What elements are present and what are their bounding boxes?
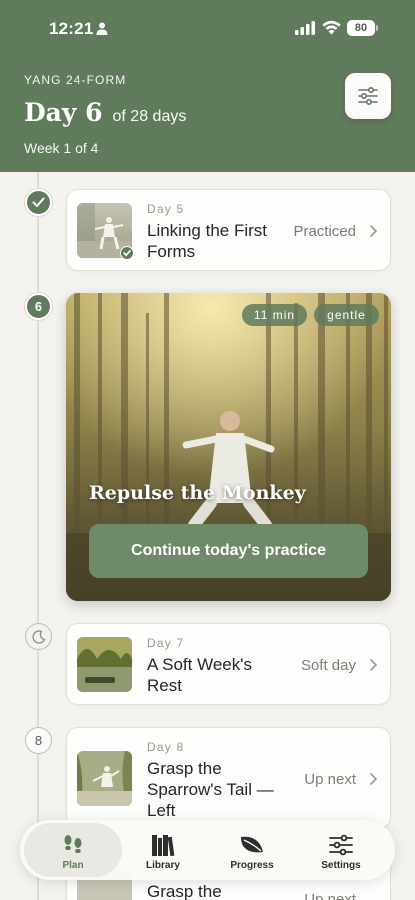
status-bar: 12:21 80	[0, 0, 415, 56]
session-title: A Soft Week's Rest	[147, 655, 252, 695]
hero-session-title: Repulse the Monkey	[89, 482, 306, 504]
session-status: Up next	[304, 891, 356, 900]
day-label: Day 7	[147, 636, 185, 650]
filter-button[interactable]	[345, 73, 391, 119]
day-label: Day 8	[147, 740, 185, 754]
program-name: YANG 24-FORM	[24, 73, 127, 87]
timeline-node-current: 6	[25, 293, 52, 320]
session-title: Grasp the	[147, 882, 222, 900]
session-thumbnail	[77, 751, 132, 806]
session-title: Grasp the Sparrow's Tail — Left	[147, 759, 274, 820]
sliders-icon	[358, 87, 378, 105]
books-icon	[152, 835, 175, 857]
battery-icon: 80	[347, 20, 378, 36]
cellular-signal-icon	[295, 21, 315, 35]
intensity-badge: gentle	[314, 304, 379, 326]
timeline-node-upcoming: 8	[25, 727, 52, 754]
tab-label: Library	[146, 860, 180, 871]
chevron-right-icon	[370, 773, 378, 785]
continue-practice-button[interactable]: Continue today's practice	[89, 524, 368, 578]
leaf-icon	[241, 836, 263, 853]
day-label: Day 5	[147, 202, 185, 216]
moon-icon	[31, 629, 45, 644]
tab-bar: Plan Library Progress Settings	[20, 820, 395, 880]
day-heading: Day 6 of 28 days	[24, 98, 186, 127]
day-card-7[interactable]: Day 7 A Soft Week's Rest Soft day	[66, 623, 391, 705]
week-label: Week 1 of 4	[24, 140, 99, 156]
timeline-line	[37, 172, 39, 900]
tab-library[interactable]: Library	[118, 823, 208, 877]
total-days: of 28 days	[112, 108, 187, 125]
tab-settings[interactable]: Settings	[296, 823, 386, 877]
tab-plan[interactable]: Plan	[24, 823, 122, 877]
chevron-right-icon	[370, 225, 378, 237]
session-title: Linking the First Forms	[147, 221, 267, 261]
check-icon	[32, 197, 45, 207]
session-status: Practiced	[293, 223, 356, 240]
tab-label: Progress	[230, 860, 274, 871]
person-icon	[96, 22, 108, 35]
current-day: Day 6	[24, 98, 103, 127]
timeline-node-completed	[25, 189, 52, 216]
wifi-icon	[322, 20, 341, 35]
tab-label: Settings	[321, 860, 361, 871]
chevron-right-icon	[370, 659, 378, 671]
today-hero-card[interactable]: 11 min gentle Repulse the Monkey Continu…	[66, 293, 391, 601]
day-card-8[interactable]: Day 8 Grasp the Sparrow's Tail — Left Up…	[66, 727, 391, 829]
battery-level: 80	[347, 20, 375, 36]
header: 12:21 80 YANG 24-FORM Day 6 of 28 days W…	[0, 0, 415, 172]
status-time: 12:21	[49, 19, 94, 38]
timeline-node-rest	[25, 623, 52, 650]
session-status: Soft day	[300, 657, 356, 674]
session-status: Up next	[304, 771, 356, 788]
sliders-icon	[329, 834, 353, 856]
completed-check-icon	[120, 246, 134, 260]
session-thumbnail	[77, 637, 132, 692]
tab-label: Plan	[62, 860, 84, 871]
footprints-icon	[64, 835, 82, 853]
duration-badge: 11 min	[242, 304, 307, 326]
tab-progress[interactable]: Progress	[207, 823, 297, 877]
day-card-5[interactable]: Day 5 Linking the First Forms Practiced	[66, 189, 391, 271]
